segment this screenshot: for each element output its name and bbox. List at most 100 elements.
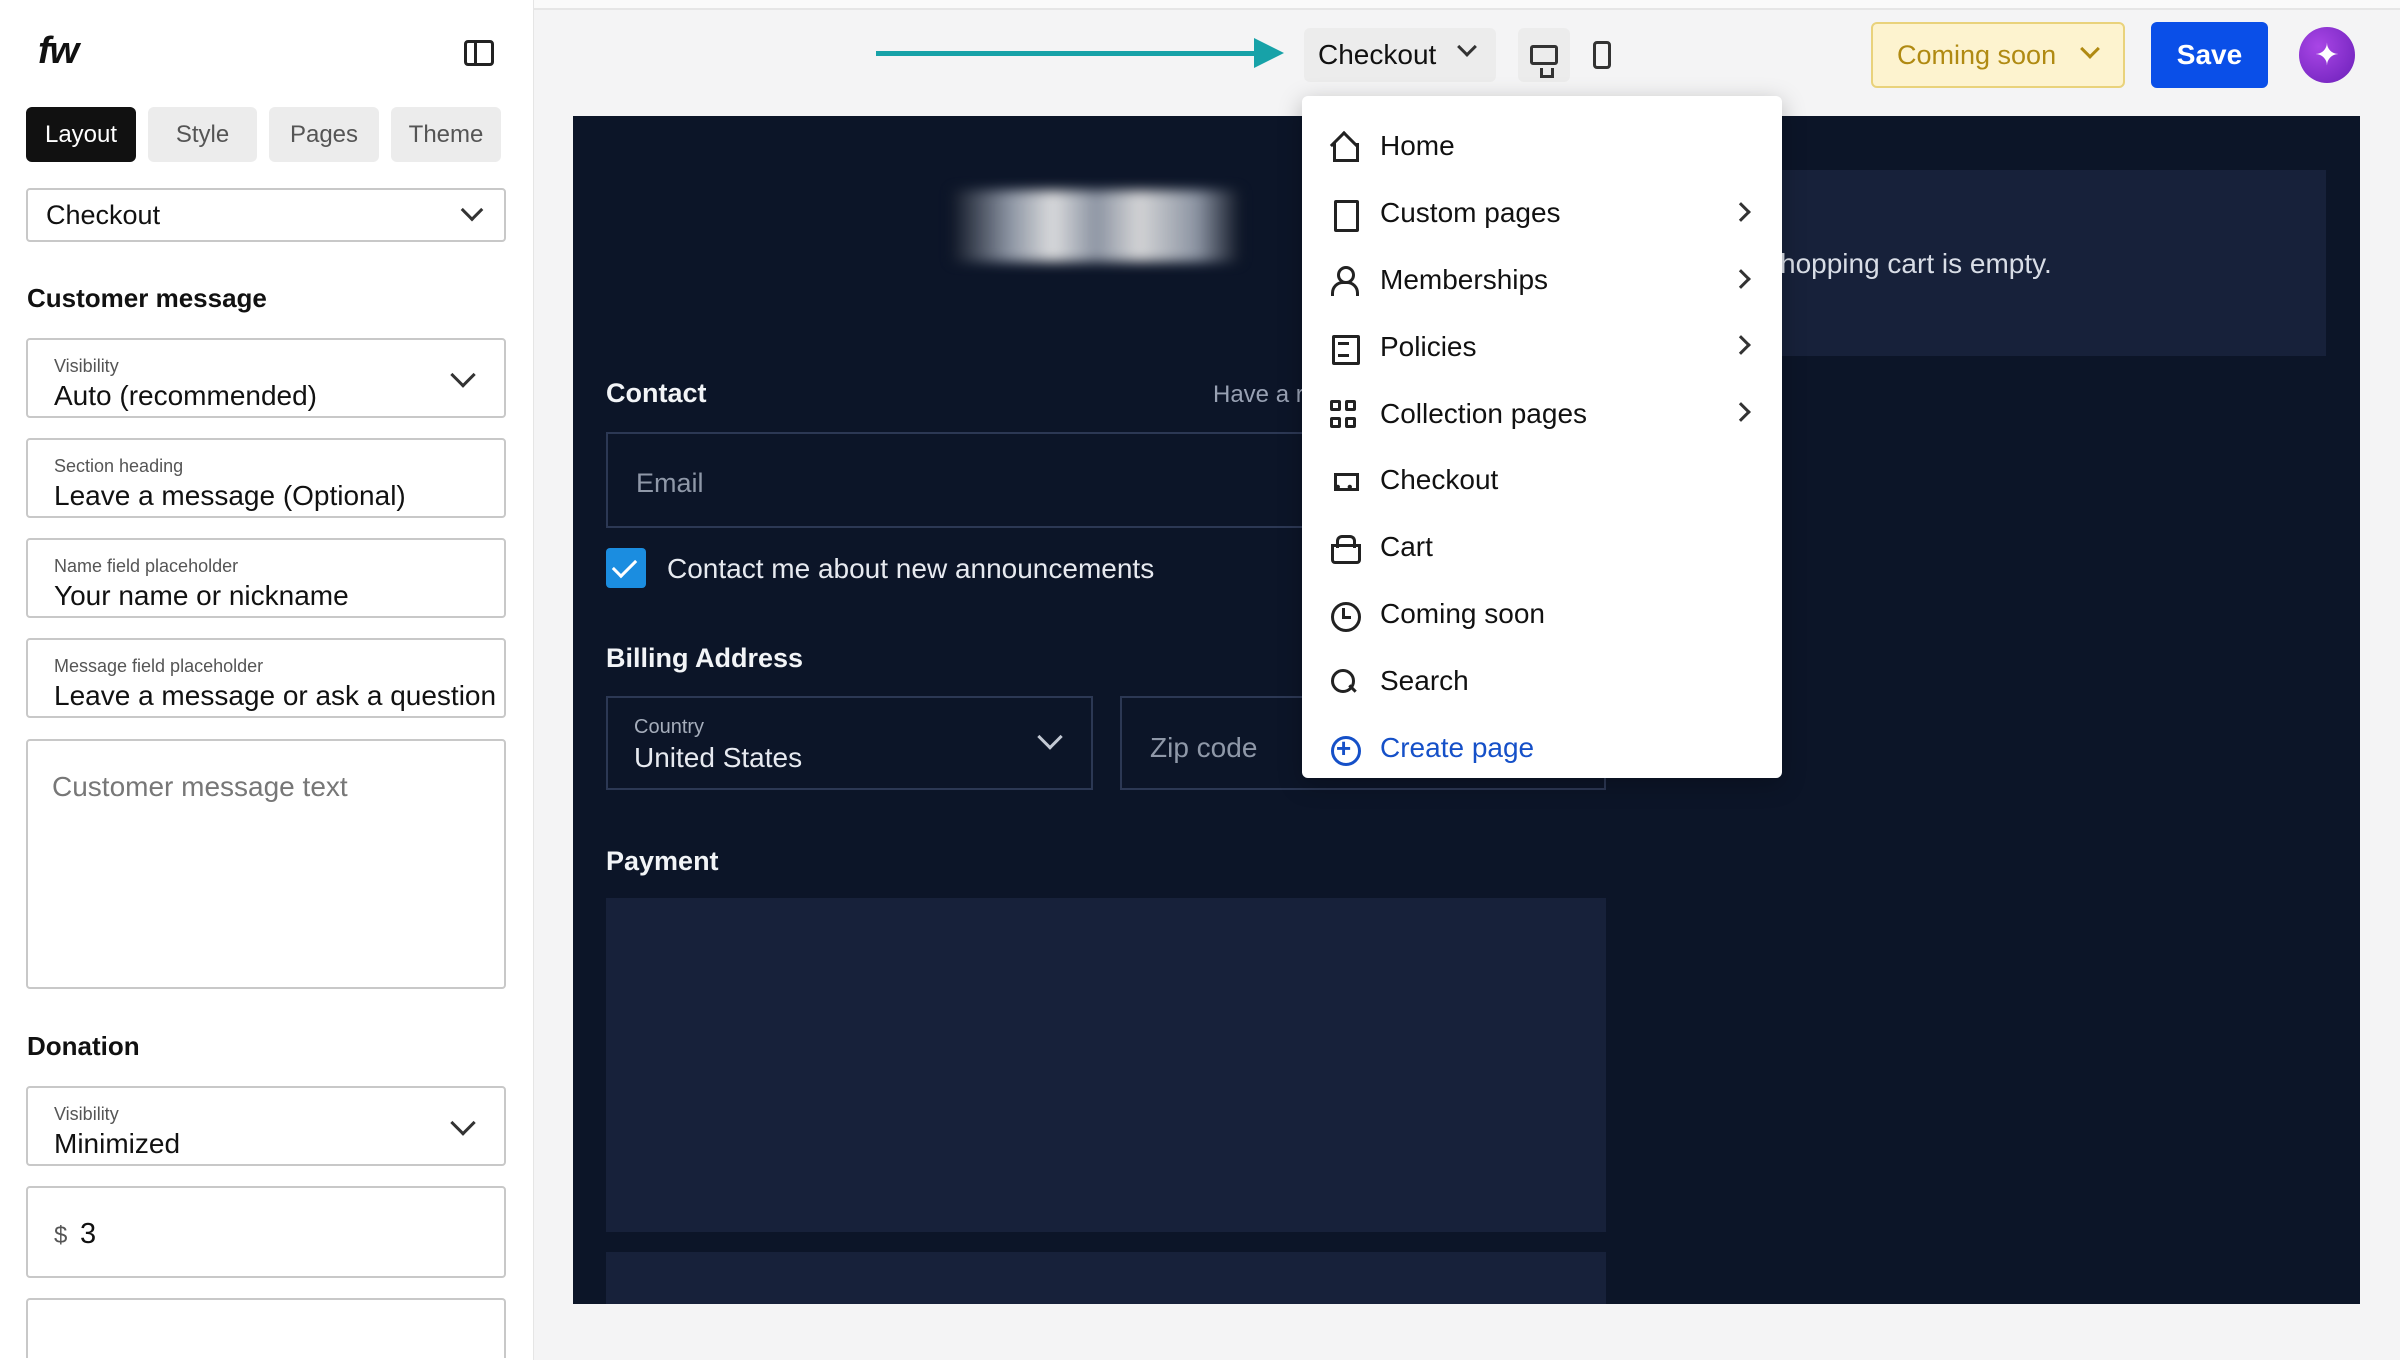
menu-item-create-page[interactable]: Create page <box>1302 714 1782 781</box>
page-select[interactable]: Checkout <box>26 188 506 242</box>
menu-item-cart[interactable]: Cart <box>1302 514 1782 581</box>
donation-amount-input[interactable]: $ 3 <box>26 1186 506 1278</box>
field-label: Visibility <box>54 1104 119 1124</box>
billing-heading: Billing Address <box>606 643 804 673</box>
announcements-checkbox[interactable] <box>606 548 646 588</box>
customer-message-title: Customer message <box>27 283 267 313</box>
menu-item-coming-soon[interactable]: Coming soon <box>1302 581 1782 648</box>
menu-item-custom-pages[interactable]: Custom pages <box>1302 180 1782 247</box>
menu-item-label: Memberships <box>1380 263 1549 295</box>
tab-layout[interactable]: Layout <box>26 107 136 162</box>
field-value: Auto (recommended) <box>54 380 318 411</box>
grid-icon <box>1328 399 1358 429</box>
clock-icon <box>1328 599 1361 632</box>
chevron-down-icon <box>1457 37 1477 57</box>
section-heading-field[interactable]: Section heading Leave a message (Optiona… <box>26 438 506 518</box>
panel-toggle-icon[interactable] <box>464 40 494 66</box>
payment-panel <box>606 898 1606 1232</box>
menu-item-home[interactable]: Home <box>1302 113 1782 180</box>
status-label: Coming soon <box>1897 39 2057 70</box>
document-icon <box>1328 198 1359 233</box>
zip-placeholder: Zip code <box>1150 732 1258 763</box>
currency-symbol: $ <box>54 1222 68 1249</box>
menu-item-collection-pages[interactable]: Collection pages <box>1302 380 1782 447</box>
search-icon <box>1328 666 1358 696</box>
chevron-down-icon <box>450 362 476 388</box>
menu-item-memberships[interactable]: Memberships <box>1302 247 1782 314</box>
country-value: United States <box>634 742 803 773</box>
blurred-logo <box>952 190 1240 262</box>
chevron-right-icon <box>1731 268 1751 289</box>
menu-item-label: Policies <box>1380 330 1477 362</box>
chevron-down-icon <box>1037 724 1063 750</box>
sidebar-tabs: Layout Style Pages Theme <box>26 107 501 162</box>
name-placeholder-field[interactable]: Name field placeholder Your name or nick… <box>26 538 506 618</box>
basket-icon <box>1328 532 1361 565</box>
menu-item-label: Collection pages <box>1380 397 1588 429</box>
field-label: Section heading <box>54 456 184 476</box>
message-placeholder-field[interactable]: Message field placeholder Leave a messag… <box>26 638 506 718</box>
email-placeholder: Email <box>636 468 704 498</box>
tab-pages[interactable]: Pages <box>269 107 379 162</box>
ai-assistant-button[interactable]: ✦ <box>2299 27 2355 83</box>
page-picker-button[interactable]: Checkout <box>1304 28 1496 82</box>
customer-message-textarea[interactable]: Customer message text <box>26 739 506 989</box>
page-picker-label: Checkout <box>1318 39 1437 70</box>
announcements-label: Contact me about new announcements <box>667 553 1155 584</box>
country-label: Country <box>634 716 705 738</box>
editor-sidebar: fw Layout Style Pages Theme Checkout Cus… <box>0 0 534 1360</box>
menu-item-label: Search <box>1380 664 1469 696</box>
menu-item-label: Custom pages <box>1380 197 1561 229</box>
user-icon <box>1328 265 1359 296</box>
textarea-placeholder: Customer message text <box>52 771 348 802</box>
page-dropdown-menu: Home Custom pages Memberships Policies C… <box>1302 96 1782 778</box>
menu-item-label: Cart <box>1380 531 1433 563</box>
field-value: Leave a message (Optional) <box>54 480 406 511</box>
desktop-view-button[interactable] <box>1518 28 1570 82</box>
menu-item-label: Coming soon <box>1380 597 1545 629</box>
donation-title: Donation <box>27 1031 140 1061</box>
chevron-right-icon <box>1731 201 1751 222</box>
menu-item-label: Create page <box>1380 731 1535 763</box>
sparkle-icon: ✦ <box>2314 38 2340 72</box>
field-value: Minimized <box>54 1128 181 1159</box>
customer-message-visibility-select[interactable]: Visibility Auto (recommended) <box>26 338 506 418</box>
monitor-icon <box>1530 45 1558 78</box>
field-value: Leave a message or ask a question <box>54 680 497 711</box>
plus-circle-icon <box>1328 733 1361 766</box>
email-input[interactable]: Email <box>606 432 1306 528</box>
chevron-down-icon <box>2080 39 2100 59</box>
field-value: Your name or nickname <box>54 580 349 611</box>
tab-theme[interactable]: Theme <box>391 107 501 162</box>
chevron-down-icon <box>450 1110 476 1136</box>
menu-item-label: Checkout <box>1380 464 1499 496</box>
save-button[interactable]: Save <box>2151 22 2268 88</box>
app-logo[interactable]: fw <box>38 30 79 73</box>
contact-heading: Contact <box>606 378 707 408</box>
have-account-link[interactable]: Have a r <box>1213 381 1304 409</box>
tab-style[interactable]: Style <box>148 107 257 162</box>
menu-item-label: Home <box>1380 130 1455 162</box>
menu-item-policies[interactable]: Policies <box>1302 313 1782 380</box>
home-icon <box>1328 131 1359 163</box>
payment-heading: Payment <box>606 846 719 876</box>
annotation-arrow <box>876 38 1284 68</box>
page-select-value: Checkout <box>46 199 161 230</box>
chevron-down-icon <box>460 198 484 222</box>
field-label: Visibility <box>54 356 119 376</box>
next-field-partial[interactable] <box>26 1298 506 1358</box>
country-select[interactable]: Country United States <box>606 696 1093 790</box>
mobile-view-button[interactable] <box>1576 28 1628 82</box>
cart-icon <box>1328 465 1359 497</box>
chevron-right-icon <box>1731 402 1751 423</box>
payment-panel-next <box>606 1252 1606 1304</box>
amount-value: 3 <box>80 1218 97 1250</box>
menu-item-search[interactable]: Search <box>1302 647 1782 714</box>
field-label: Message field placeholder <box>54 656 264 676</box>
donation-visibility-select[interactable]: Visibility Minimized <box>26 1086 506 1166</box>
menu-item-checkout[interactable]: Checkout <box>1302 447 1782 514</box>
cart-empty-text: hopping cart is empty. <box>1780 248 2052 279</box>
field-label: Name field placeholder <box>54 556 239 576</box>
site-status-button[interactable]: Coming soon <box>1871 22 2125 88</box>
chevron-right-icon <box>1731 335 1751 356</box>
